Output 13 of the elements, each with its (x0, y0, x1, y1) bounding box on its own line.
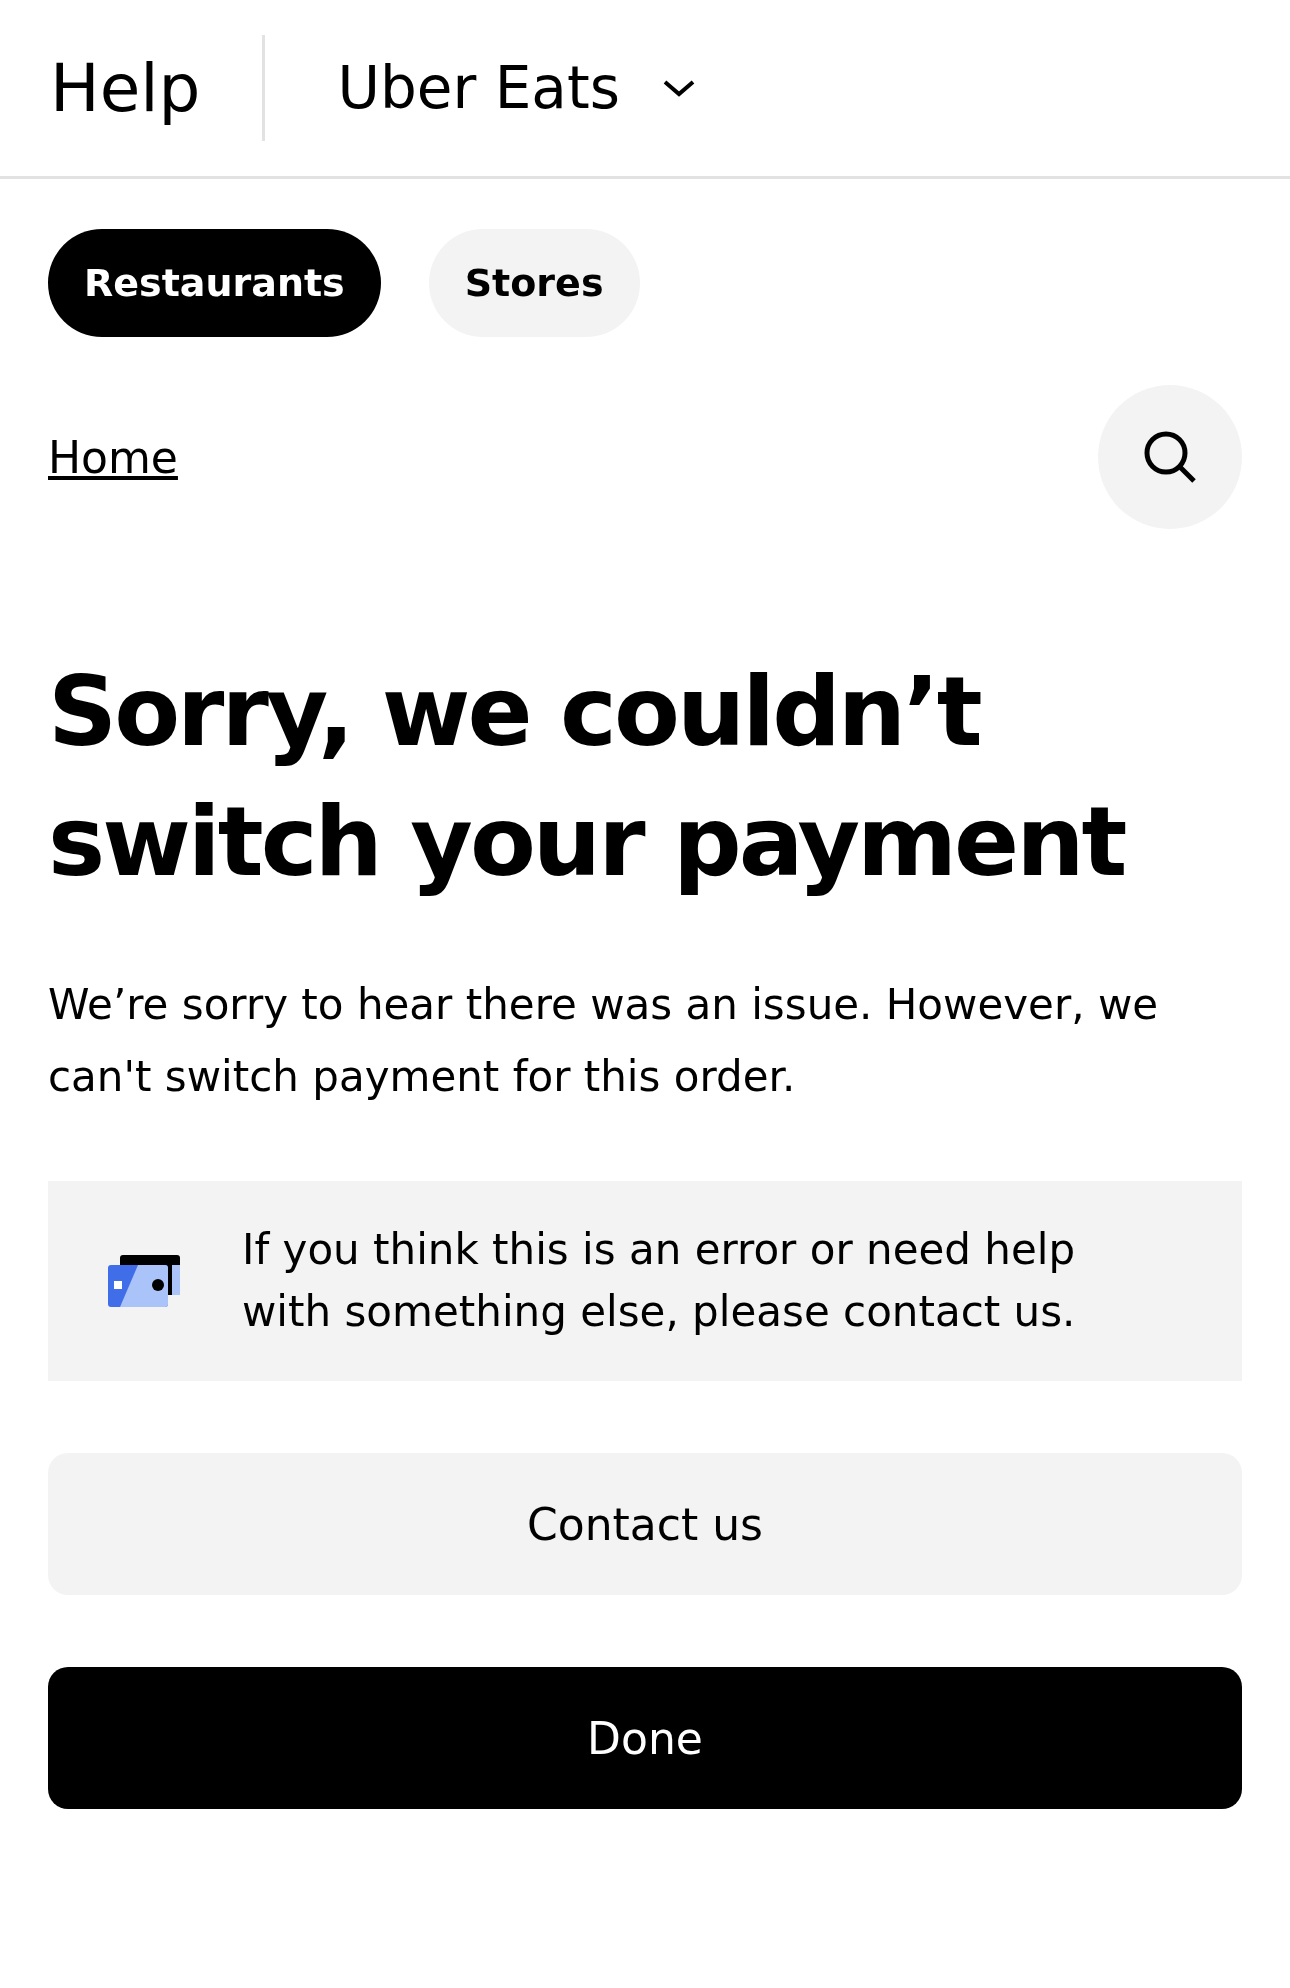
category-tab[interactable]: Restaurants (48, 229, 381, 337)
category-tab[interactable]: Stores (428, 229, 640, 337)
search-icon (1142, 429, 1198, 485)
message-text: We’re sorry to hear there was an issue. However, we can't switch payment for this order. (48, 979, 1160, 1103)
done-button[interactable]: Done (48, 1667, 1242, 1809)
home-link[interactable]: Home (48, 431, 178, 483)
page-heading: Sorry, we couldn’t switch your payment (48, 655, 1126, 900)
contact-button[interactable]: Contact us (48, 1453, 1242, 1595)
chevron-down-icon (661, 78, 696, 98)
product-dropdown[interactable]: Uber Eats (337, 54, 696, 122)
notice-text: If you think this is an error or need help with something else, please contact us. (242, 1224, 1077, 1338)
help-title: Help (0, 35, 266, 141)
payment-cards-icon (108, 1255, 180, 1307)
